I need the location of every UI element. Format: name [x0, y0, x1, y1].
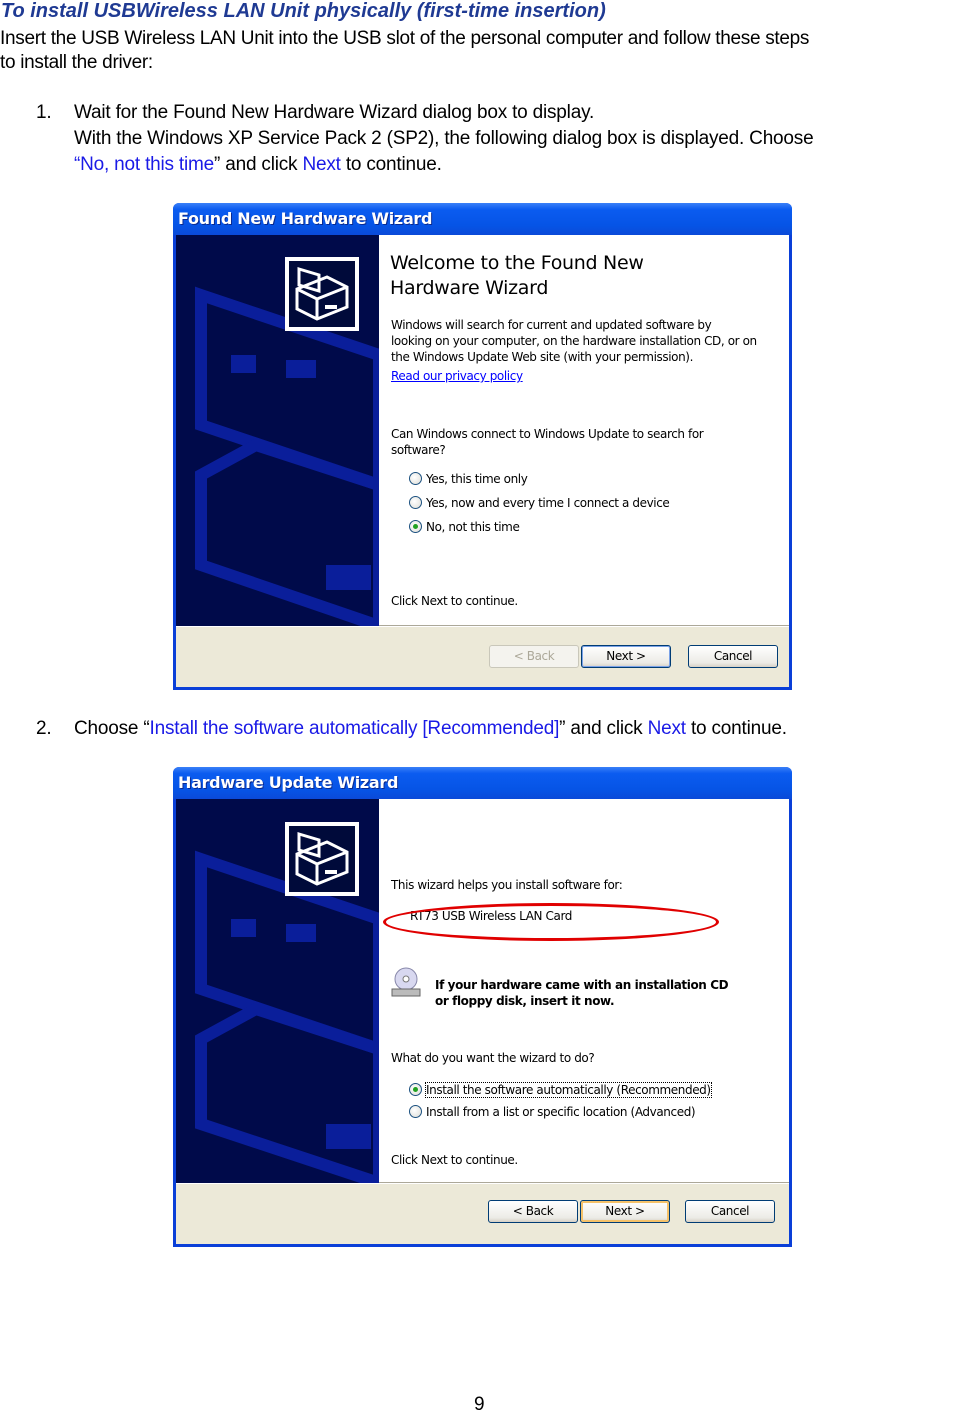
radio-yes-every-time[interactable]: Yes, now and every time I connect a devi… — [409, 496, 670, 510]
cd-line: If your hardware came with an installati… — [435, 978, 729, 992]
step-1-line-1: Wait for the Found New Hardware Wizard d… — [74, 102, 595, 123]
back-button[interactable]: < Back — [489, 645, 579, 668]
found-new-hardware-wizard-dialog: Found New Hardware Wizard Welcome to the… — [173, 203, 792, 690]
desc-line: the Windows Update Web site (with your p… — [391, 350, 694, 364]
wizard-description: Windows will search for current and upda… — [391, 317, 757, 365]
cancel-button[interactable]: Cancel — [688, 645, 778, 668]
radio-button-selected[interactable] — [409, 1083, 422, 1096]
wizard-helps-text: This wizard helps you install software f… — [391, 878, 623, 892]
radio-label: Install from a list or specific location… — [426, 1105, 696, 1119]
highlight-ellipse — [383, 903, 719, 941]
text: ” and click — [559, 718, 648, 739]
radio-no-not-this-time[interactable]: No, not this time — [409, 520, 520, 534]
privacy-policy-link[interactable]: Read our privacy policy — [391, 369, 523, 383]
wizard-side-banner — [176, 799, 379, 1183]
wizard-footer: < Back Next > Cancel — [176, 1183, 789, 1244]
radio-install-automatically[interactable]: Install the software automatically (Reco… — [409, 1082, 712, 1098]
question-line: Can Windows connect to Windows Update to… — [391, 427, 704, 441]
step-1-line-2: With the Windows XP Service Pack 2 (SP2)… — [74, 128, 814, 149]
cancel-button[interactable]: Cancel — [685, 1200, 775, 1223]
button-reference: Next — [302, 154, 341, 175]
radio-button[interactable] — [409, 472, 422, 485]
wizard-content: Welcome to the Found New Hardware Wizard… — [379, 235, 789, 626]
hardware-update-wizard-dialog: Hardware Update Wizard This wizard helps… — [173, 767, 792, 1247]
radio-install-from-list[interactable]: Install from a list or specific location… — [409, 1105, 696, 1119]
radio-label: Install the software automatically (Reco… — [425, 1082, 712, 1098]
hardware-icon — [285, 257, 359, 331]
hardware-icon — [285, 822, 359, 896]
back-button[interactable]: < Back — [488, 1200, 578, 1223]
cd-insert-notice: If your hardware came with an installati… — [435, 977, 729, 1009]
text: Choose “ — [74, 718, 150, 739]
page-number: 9 — [474, 1394, 485, 1415]
dialog-title-bar[interactable]: Found New Hardware Wizard — [173, 203, 792, 235]
radio-button-selected[interactable] — [409, 520, 422, 533]
radio-button[interactable] — [409, 1105, 422, 1118]
cd-line: or floppy disk, insert it now. — [435, 994, 615, 1008]
radio-label: No, not this time — [426, 520, 520, 534]
wizard-question: What do you want the wizard to do? — [391, 1051, 595, 1065]
intro-line-1: Insert the USB Wireless LAN Unit into th… — [0, 28, 810, 49]
intro-paragraph: Insert the USB Wireless LAN Unit into th… — [0, 27, 964, 75]
wizard-side-banner — [176, 235, 379, 626]
next-button[interactable]: Next > — [580, 1200, 670, 1223]
cd-drive-icon — [389, 967, 423, 1004]
welcome-title-line-1: Welcome to the Found New — [390, 252, 644, 274]
wizard-content: This wizard helps you install software f… — [379, 799, 789, 1183]
text: to continue. — [685, 718, 787, 739]
radio-yes-this-time-only[interactable]: Yes, this time only — [409, 472, 528, 486]
question-line: software? — [391, 443, 446, 457]
option-reference: No, not this time — [80, 154, 215, 175]
dialog-title: Found New Hardware Wizard — [178, 209, 433, 228]
click-next-instruction: Click Next to continue. — [391, 594, 518, 608]
button-reference: Next — [647, 718, 686, 739]
section-heading: To install USBWireless LAN Unit physical… — [1, 0, 606, 22]
welcome-title-line-2: Hardware Wizard — [390, 277, 549, 299]
text: ” and click — [214, 154, 303, 175]
dialog-title: Hardware Update Wizard — [178, 773, 399, 792]
option-reference: Install the software automatically [Reco… — [149, 718, 560, 739]
step-number: 1. — [36, 102, 52, 123]
step-1-line-3: “No, not this time” and click Next to co… — [74, 152, 813, 178]
update-question: Can Windows connect to Windows Update to… — [391, 426, 704, 458]
radio-button[interactable] — [409, 496, 422, 509]
step-number: 2. — [36, 718, 52, 739]
desc-line: Windows will search for current and upda… — [391, 318, 712, 332]
click-next-instruction: Click Next to continue. — [391, 1153, 518, 1167]
dialog-title-bar[interactable]: Hardware Update Wizard — [173, 767, 792, 799]
next-button[interactable]: Next > — [581, 645, 671, 668]
welcome-title: Welcome to the Found New Hardware Wizard — [390, 251, 644, 301]
text: to continue. — [340, 154, 442, 175]
intro-line-2: to install the driver: — [0, 52, 153, 73]
wizard-footer: < Back Next > Cancel — [176, 626, 789, 687]
desc-line: looking on your computer, on the hardwar… — [391, 334, 757, 348]
radio-label: Yes, this time only — [426, 472, 528, 486]
radio-label: Yes, now and every time I connect a devi… — [426, 496, 670, 510]
